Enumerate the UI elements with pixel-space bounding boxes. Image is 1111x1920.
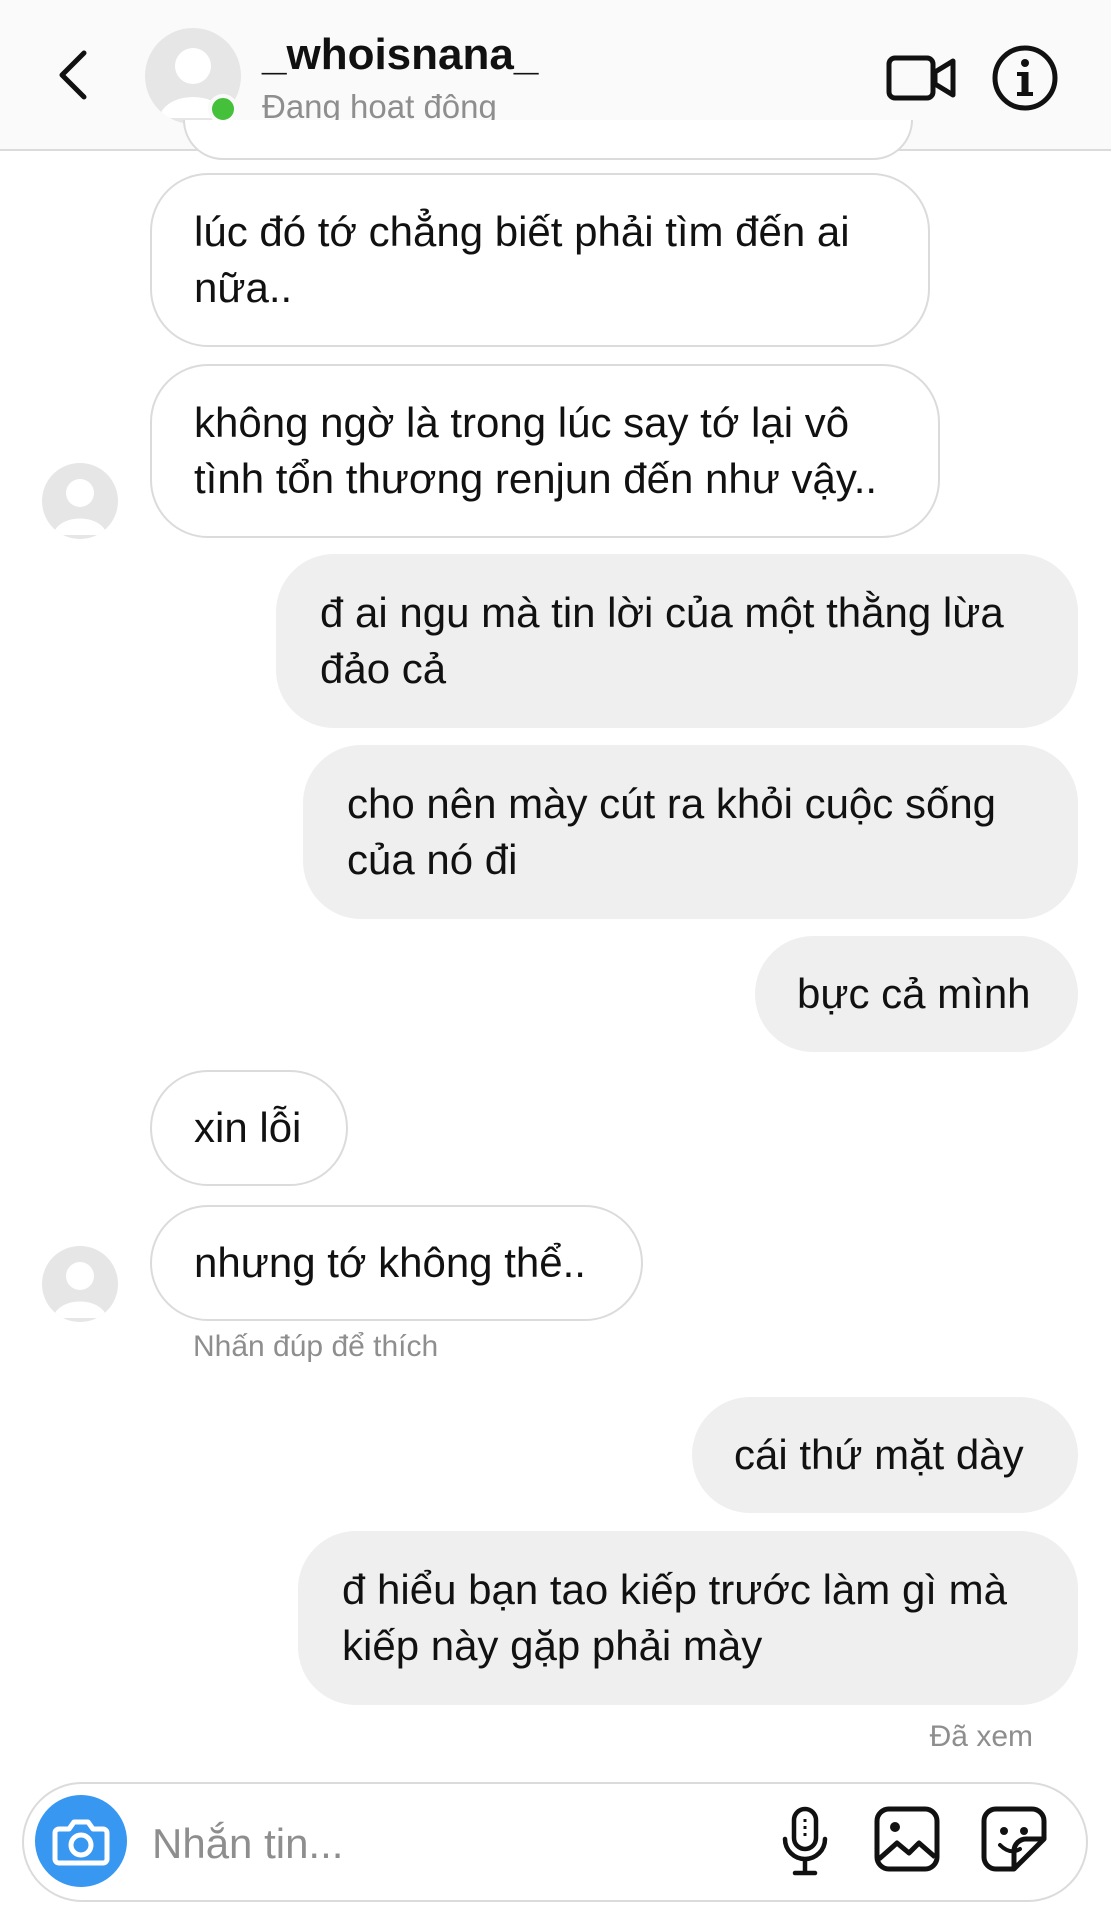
default-avatar-icon — [53, 479, 107, 535]
message-bubble-outgoing[interactable]: đ hiểu bạn tao kiếp trước làm gì mà kiếp… — [298, 1531, 1078, 1705]
message-bubble-incoming[interactable]: xin lỗi — [150, 1070, 348, 1186]
message-text: cho nên mày cút ra khỏi cuộc sống của nó… — [347, 780, 997, 883]
message-input[interactable] — [150, 1808, 754, 1880]
sender-avatar[interactable] — [42, 463, 118, 539]
message-text: lúc đó tớ chẳng biết phải tìm đến ai nữa… — [194, 208, 850, 311]
microphone-button[interactable] — [780, 1805, 830, 1883]
sticker-icon — [981, 1806, 1047, 1872]
video-call-button[interactable] — [885, 48, 957, 108]
image-icon — [874, 1806, 940, 1872]
sticker-button[interactable] — [980, 1805, 1048, 1873]
microphone-icon — [782, 1806, 828, 1876]
info-button[interactable] — [990, 43, 1060, 113]
message-bubble-incoming[interactable]: nhưng tớ không thể.. — [150, 1205, 643, 1321]
seen-receipt: Đã xem — [929, 1720, 1033, 1753]
message-bubble-incoming[interactable]: không ngờ là trong lúc say tớ lại vô tìn… — [150, 364, 940, 538]
message-text: cái thứ mặt dày — [734, 1431, 1024, 1478]
message-bubble-outgoing[interactable]: bực cả mình — [755, 936, 1078, 1052]
camera-icon — [52, 1819, 110, 1866]
partial-message-bubble — [183, 120, 913, 160]
message-text: nhưng tớ không thể.. — [194, 1239, 586, 1286]
chat-username[interactable]: _whoisnana_ — [262, 30, 538, 80]
chevron-left-icon — [59, 50, 87, 100]
message-text: đ hiểu bạn tao kiếp trước làm gì mà kiếp… — [342, 1566, 1007, 1669]
message-text: đ ai ngu mà tin lời của một thằng lừa đả… — [320, 589, 1004, 692]
message-bubble-outgoing[interactable]: cho nên mày cút ra khỏi cuộc sống của nó… — [303, 745, 1078, 919]
back-button[interactable] — [50, 45, 100, 105]
video-camera-icon — [886, 55, 956, 101]
double-tap-hint: Nhấn đúp để thích — [193, 1330, 439, 1363]
gallery-button[interactable] — [873, 1805, 941, 1873]
info-icon — [992, 45, 1058, 111]
message-text: xin lỗi — [194, 1104, 302, 1151]
camera-button[interactable] — [35, 1795, 127, 1887]
message-text: bực cả mình — [797, 970, 1031, 1017]
default-avatar-icon — [53, 1262, 107, 1318]
message-bubble-outgoing[interactable]: đ ai ngu mà tin lời của một thằng lừa đả… — [276, 554, 1078, 728]
sender-avatar[interactable] — [42, 1246, 118, 1322]
message-bubble-outgoing[interactable]: cái thứ mặt dày — [692, 1397, 1078, 1513]
message-text: không ngờ là trong lúc say tớ lại vô tìn… — [194, 399, 878, 502]
message-bubble-incoming[interactable]: lúc đó tớ chẳng biết phải tìm đến ai nữa… — [150, 173, 930, 347]
